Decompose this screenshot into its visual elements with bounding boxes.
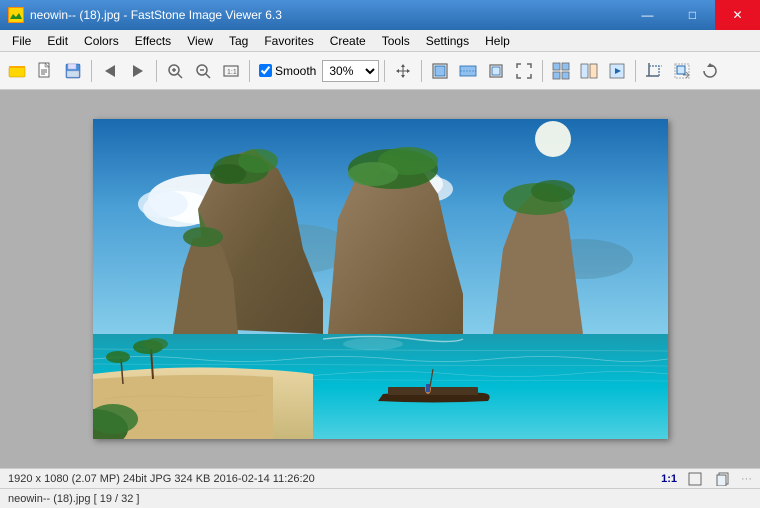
fit-window-icon [431,62,449,80]
separator-1 [91,60,92,82]
statusbar: 1920 x 1080 (2.07 MP) 24bit JPG 324 KB 2… [0,468,760,488]
actual-size-icon: 1:1 [222,62,240,80]
main-content [0,90,760,468]
app-icon [8,7,24,23]
close-button[interactable]: ✕ [715,0,760,30]
contact-sheet-button[interactable] [548,58,574,84]
statusbar-copy-button[interactable] [713,470,733,488]
resize-button[interactable] [669,58,695,84]
prev-icon [101,62,119,80]
menu-favorites[interactable]: Favorites [256,32,321,50]
statusbar-resize-button[interactable] [685,470,705,488]
next-icon [129,62,147,80]
statusbar-copy-icon [716,472,730,486]
save-button[interactable] [60,58,86,84]
menu-effects[interactable]: Effects [127,32,179,50]
compare-button[interactable] [576,58,602,84]
next-button[interactable] [125,58,151,84]
fit-width-button[interactable] [455,58,481,84]
menu-file[interactable]: File [4,32,39,50]
contact-sheet-icon [552,62,570,80]
separator-2 [156,60,157,82]
compare-icon [580,62,598,80]
zoom-select[interactable]: 10% 20% 25% 30% 50% 75% 100% 200% [322,60,379,82]
zoom-in-icon [166,62,184,80]
statusbar-fit-icon [688,472,702,486]
maximize-button[interactable]: □ [670,0,715,30]
svg-text:1:1: 1:1 [227,69,237,76]
smooth-label[interactable]: Smooth [275,64,316,78]
menubar: File Edit Colors Effects View Tag Favori… [0,30,760,52]
pan-icon [394,62,412,80]
fit-width-icon [459,62,477,80]
separator-7 [635,60,636,82]
window-title: neowin-- (18).jpg - FastStone Image View… [30,8,282,22]
menu-tag[interactable]: Tag [221,32,256,50]
crop-icon [645,62,663,80]
original-size-icon2 [487,62,505,80]
title-left: neowin-- (18).jpg - FastStone Image View… [8,7,282,23]
filename-text: neowin-- (18).jpg [ 19 / 32 ] [8,493,139,505]
prev-button[interactable] [97,58,123,84]
minimize-button[interactable]: — [625,0,670,30]
separator-3 [249,60,250,82]
zoom-level: 1:1 [661,473,677,485]
menu-create[interactable]: Create [322,32,374,50]
menu-edit[interactable]: Edit [39,32,76,50]
filenamebar: neowin-- (18).jpg [ 19 / 32 ] [0,488,760,508]
titlebar: neowin-- (18).jpg - FastStone Image View… [0,0,760,30]
statusbar-dots: ··· [741,473,752,485]
separator-4 [384,60,385,82]
smooth-checkbox[interactable] [259,64,272,77]
rotate-button[interactable] [697,58,723,84]
folder-open-icon [8,62,26,80]
actual-size-button[interactable]: 1:1 [218,58,244,84]
image-scene [93,119,668,439]
zoom-out-icon [194,62,212,80]
fullscreen-button[interactable] [511,58,537,84]
menu-settings[interactable]: Settings [418,32,477,50]
statusbar-right: 1:1 ··· [661,470,752,488]
original-size-button[interactable] [483,58,509,84]
open-file-icon [36,62,54,80]
rotate-icon [701,62,719,80]
image-info: 1920 x 1080 (2.07 MP) 24bit JPG 324 KB 2… [8,473,315,485]
menu-colors[interactable]: Colors [76,32,127,50]
smooth-control: Smooth [259,64,316,78]
open-file-button[interactable] [32,58,58,84]
fit-window-button[interactable] [427,58,453,84]
open-folder-button[interactable] [4,58,30,84]
image-display [93,119,668,439]
menu-tools[interactable]: Tools [374,32,418,50]
toolbar: 1:1 Smooth 10% 20% 25% 30% 50% 75% 100% … [0,52,760,90]
separator-6 [542,60,543,82]
menu-help[interactable]: Help [477,32,518,50]
pan-button[interactable] [390,58,416,84]
zoom-out-button[interactable] [190,58,216,84]
resize-icon [673,62,691,80]
slideshow-button[interactable] [604,58,630,84]
slideshow-icon [608,62,626,80]
crop-button[interactable] [641,58,667,84]
fullscreen-icon [515,62,533,80]
zoom-in-button[interactable] [162,58,188,84]
menu-view[interactable]: View [179,32,221,50]
window-controls: — □ ✕ [625,0,760,30]
save-icon [64,62,82,80]
separator-5 [421,60,422,82]
